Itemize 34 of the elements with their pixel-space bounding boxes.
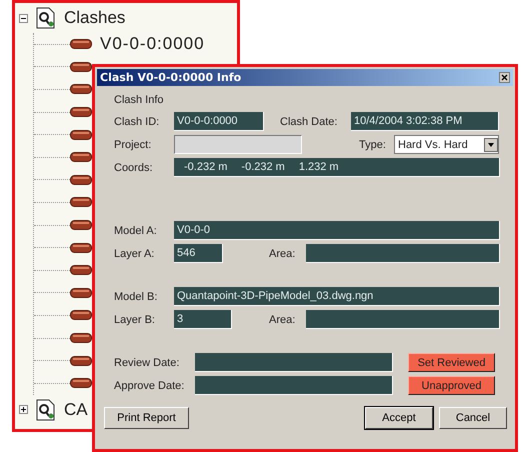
field-label: Clash Date: xyxy=(279,116,338,128)
field-label: Coords: xyxy=(113,162,154,174)
tree-node-label[interactable]: CA xyxy=(64,400,88,420)
clash-id-field[interactable]: V0-0-0:0000 xyxy=(174,112,264,131)
field-label: Area: xyxy=(268,314,296,326)
field-label: Layer A: xyxy=(113,248,156,260)
field-label: Review Date: xyxy=(113,356,180,368)
coordinate-value: -0.232 m xyxy=(241,160,285,175)
set-reviewed-button[interactable]: Set Reviewed xyxy=(408,353,495,372)
model-a-field[interactable]: V0-0-0 xyxy=(174,221,500,240)
tree-node-label[interactable]: Clashes xyxy=(64,8,126,28)
field-label: Clash ID: xyxy=(113,116,160,128)
field-label: Layer B: xyxy=(113,314,156,326)
coords-field[interactable]: -0.232 m -0.232 m 1.232 m xyxy=(174,158,500,177)
field-label: Project: xyxy=(113,138,152,150)
section-title: Clash Info xyxy=(114,94,165,106)
tree-item-label[interactable]: V0-0-0:0000 xyxy=(100,34,205,54)
field-label: Area: xyxy=(268,248,296,260)
coordinate-value: -0.232 m xyxy=(184,160,228,175)
dialog-button[interactable]: Accept xyxy=(365,407,433,429)
dialog-button[interactable]: Print Report xyxy=(104,407,189,429)
coordinate-value: 1.232 m xyxy=(298,160,339,175)
type-dropdown[interactable]: Hard Vs. Hard xyxy=(394,135,499,154)
unapproved-button[interactable]: Unapproved xyxy=(408,376,495,395)
clash-date-field[interactable]: 10/4/2004 3:02:38 PM xyxy=(351,112,499,131)
field-label: Model B: xyxy=(113,290,158,302)
layer-b-field[interactable]: 3 xyxy=(174,310,232,329)
field-label: Approve Date: xyxy=(113,380,186,392)
dialog-button[interactable]: Cancel xyxy=(439,407,507,429)
window-title: Clash V0-0-0:0000 Info xyxy=(100,71,242,84)
field-label: Model A: xyxy=(113,224,158,236)
field-label: Type: xyxy=(358,138,387,150)
layer-a-field[interactable]: 546 xyxy=(174,244,223,263)
model-b-field[interactable]: Quantapoint-3D-PipeModel_03.dwg.ngn xyxy=(174,287,500,306)
